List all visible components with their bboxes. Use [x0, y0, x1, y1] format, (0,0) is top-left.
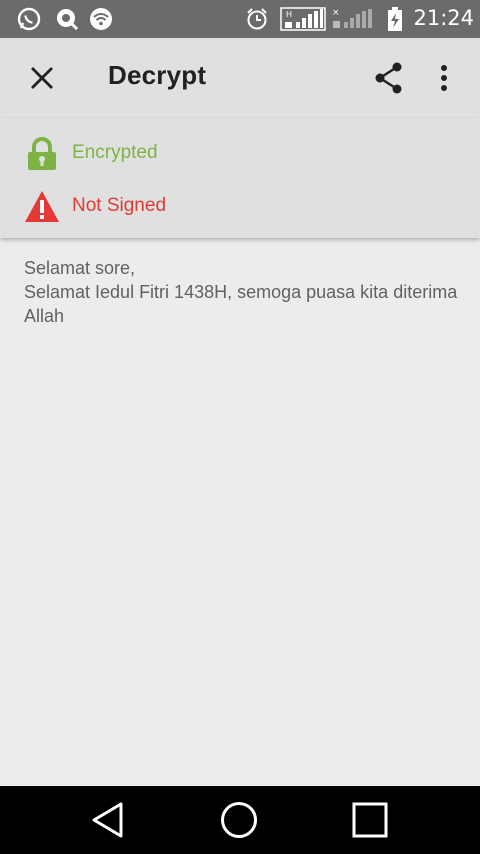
encrypted-label: Encrypted [72, 142, 158, 163]
verification-panel: Encrypted Not Signed [0, 118, 480, 238]
home-icon[interactable] [219, 800, 259, 840]
status-bar: H × 21:24 [0, 0, 480, 38]
clock: 21:24 [413, 6, 474, 30]
signal-icon: × [332, 8, 372, 28]
recents-icon[interactable] [350, 800, 390, 840]
whatsapp-icon [17, 7, 41, 31]
back-icon[interactable] [88, 800, 128, 840]
signature-status: Not Signed [0, 181, 480, 231]
wifi-icon [90, 8, 112, 30]
svg-text:×: × [332, 8, 340, 18]
alarm-icon [247, 8, 267, 30]
battery-charging-icon [388, 7, 402, 31]
message-line: Selamat sore, [24, 258, 136, 278]
message-line: Selamat Iedul Fitri 1438H, semoga puasa … [24, 282, 458, 326]
signal-h-icon: H [280, 7, 326, 31]
lock-icon [28, 137, 56, 170]
close-icon[interactable] [22, 58, 62, 98]
share-icon[interactable] [370, 58, 410, 98]
not-signed-label: Not Signed [72, 195, 167, 216]
decrypted-message: Selamat sore, Selamat Iedul Fitri 1438H,… [24, 256, 464, 328]
app-bar: Decrypt [0, 38, 480, 118]
notification-icon [57, 9, 79, 31]
warning-icon [25, 191, 59, 222]
page-title: Decrypt [108, 60, 207, 90]
more-vert-icon[interactable] [428, 58, 460, 98]
svg-text:H: H [286, 10, 292, 19]
navigation-bar [0, 786, 480, 854]
encryption-status: Encrypted [0, 128, 480, 178]
